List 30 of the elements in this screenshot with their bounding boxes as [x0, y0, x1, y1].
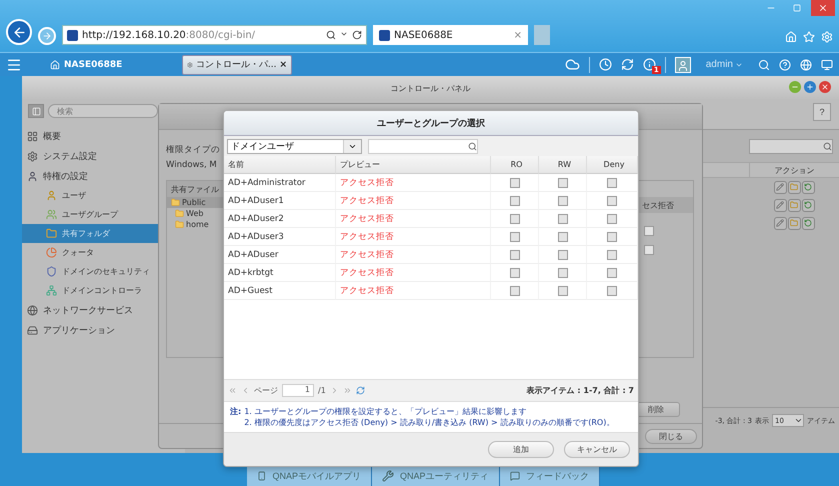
- table-cell: アクセス拒否: [336, 264, 491, 282]
- table-cell: AD+krbtgt: [224, 264, 336, 282]
- table-cell: AD+ADuser2: [224, 210, 336, 228]
- intro-text: 権限タイプの: [166, 144, 220, 156]
- item-summary: 表示アイテム : 1-7, 合計 : 7: [526, 385, 634, 396]
- table-cell: アクセス拒否: [336, 282, 491, 300]
- table-cell: アクセス拒否: [336, 210, 491, 228]
- table-cell: アクセス拒否: [336, 192, 491, 210]
- note-text: 1. ユーザーとグループの権限を設定すると、「プレビュー」結果に影響します: [244, 406, 528, 417]
- column-header: Deny: [587, 156, 638, 174]
- note-label: 注:: [230, 406, 242, 418]
- column-header: アクション: [749, 163, 839, 177]
- table-cell: アクセス拒否: [336, 228, 491, 246]
- page-total: /1: [318, 386, 326, 395]
- table-cell: AD+Administrator: [224, 174, 336, 192]
- intro-text: Windows, M: [166, 160, 217, 170]
- table-cell: AD+ADuser3: [224, 228, 336, 246]
- table-cell: アクセス拒否: [336, 246, 491, 264]
- column-header: RW: [539, 156, 587, 174]
- column-header: 名前: [224, 156, 336, 174]
- dialog-title: ユーザーとグループの選択: [377, 117, 485, 130]
- table-cell: AD+ADuser: [224, 246, 336, 264]
- column-header: RO: [491, 156, 539, 174]
- page-label: ページ: [254, 385, 278, 396]
- window-title: コントロール・パネル: [390, 82, 470, 94]
- table-cell: AD+Guest: [224, 282, 336, 300]
- note-text: 2. 権限の優先度はアクセス拒否 (Deny) > 読み取り/書き込み (RW) > 読み取りのみの順番です(RO)。: [244, 417, 614, 428]
- table-cell: アクセス拒否: [336, 174, 491, 192]
- table-cell: AD+ADuser1: [224, 192, 336, 210]
- column-header: プレビュー: [336, 156, 491, 174]
